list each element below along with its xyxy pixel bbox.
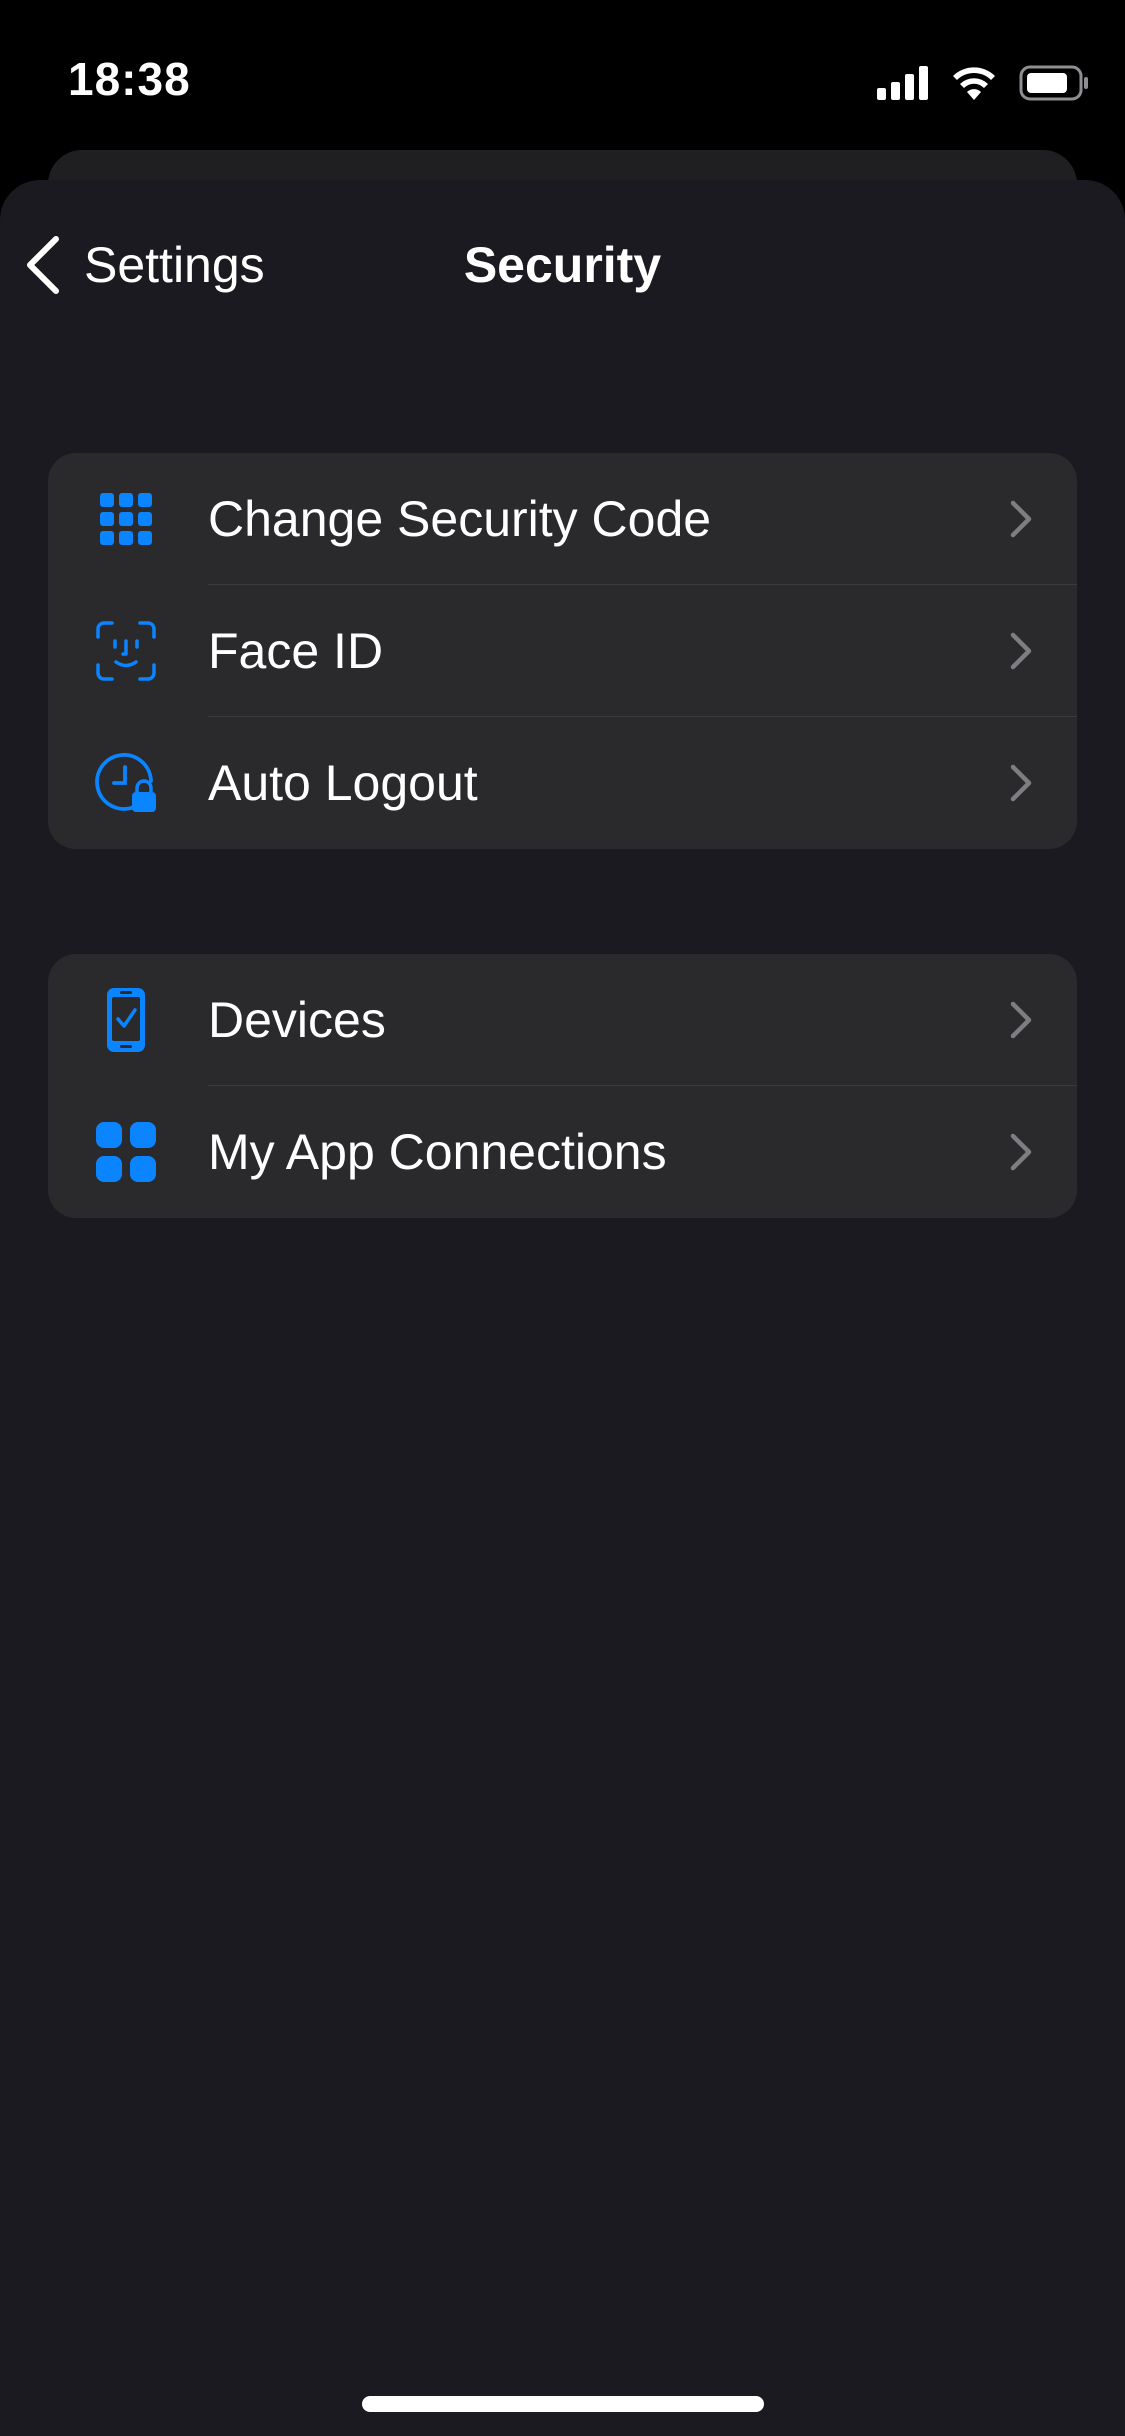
devices-row[interactable]: Devices [48, 954, 1077, 1086]
chevron-right-icon [1010, 1001, 1032, 1039]
home-indicator[interactable] [362, 2396, 764, 2412]
chevron-right-icon [1010, 764, 1032, 802]
wifi-icon [953, 67, 995, 100]
auto-logout-row[interactable]: Auto Logout [48, 717, 1077, 849]
navigation-bar: Settings Security [0, 180, 1125, 350]
change-security-code-row[interactable]: Change Security Code [48, 453, 1077, 585]
app-grid-icon [96, 1122, 156, 1182]
cellular-signal-icon [877, 66, 928, 100]
face-id-label: Face ID [208, 623, 384, 679]
devices-connections-group: Devices My App Connections [48, 954, 1077, 1218]
keypad-icon [100, 493, 152, 545]
chevron-right-icon [1010, 632, 1032, 670]
change-security-code-label: Change Security Code [208, 491, 712, 547]
clock-lock-icon [95, 753, 156, 812]
my-app-connections-label: My App Connections [208, 1124, 667, 1180]
face-id-icon [96, 621, 156, 681]
chevron-right-icon [1010, 1133, 1032, 1171]
devices-label: Devices [208, 992, 386, 1048]
security-settings-group: Change Security Code Face ID Auto Logout [48, 453, 1077, 849]
page-title: Security [463, 237, 662, 293]
auto-logout-label: Auto Logout [208, 755, 478, 811]
phone-check-icon [107, 988, 145, 1052]
status-bar: 18:38 [0, 0, 1125, 150]
chevron-right-icon [1010, 500, 1032, 538]
status-time: 18:38 [68, 53, 191, 105]
security-sheet: Settings Security Change Security Code F… [0, 180, 1125, 2436]
status-icons [877, 60, 1089, 106]
face-id-row[interactable]: Face ID [48, 585, 1077, 717]
battery-icon [1019, 65, 1088, 101]
my-app-connections-row[interactable]: My App Connections [48, 1086, 1077, 1218]
